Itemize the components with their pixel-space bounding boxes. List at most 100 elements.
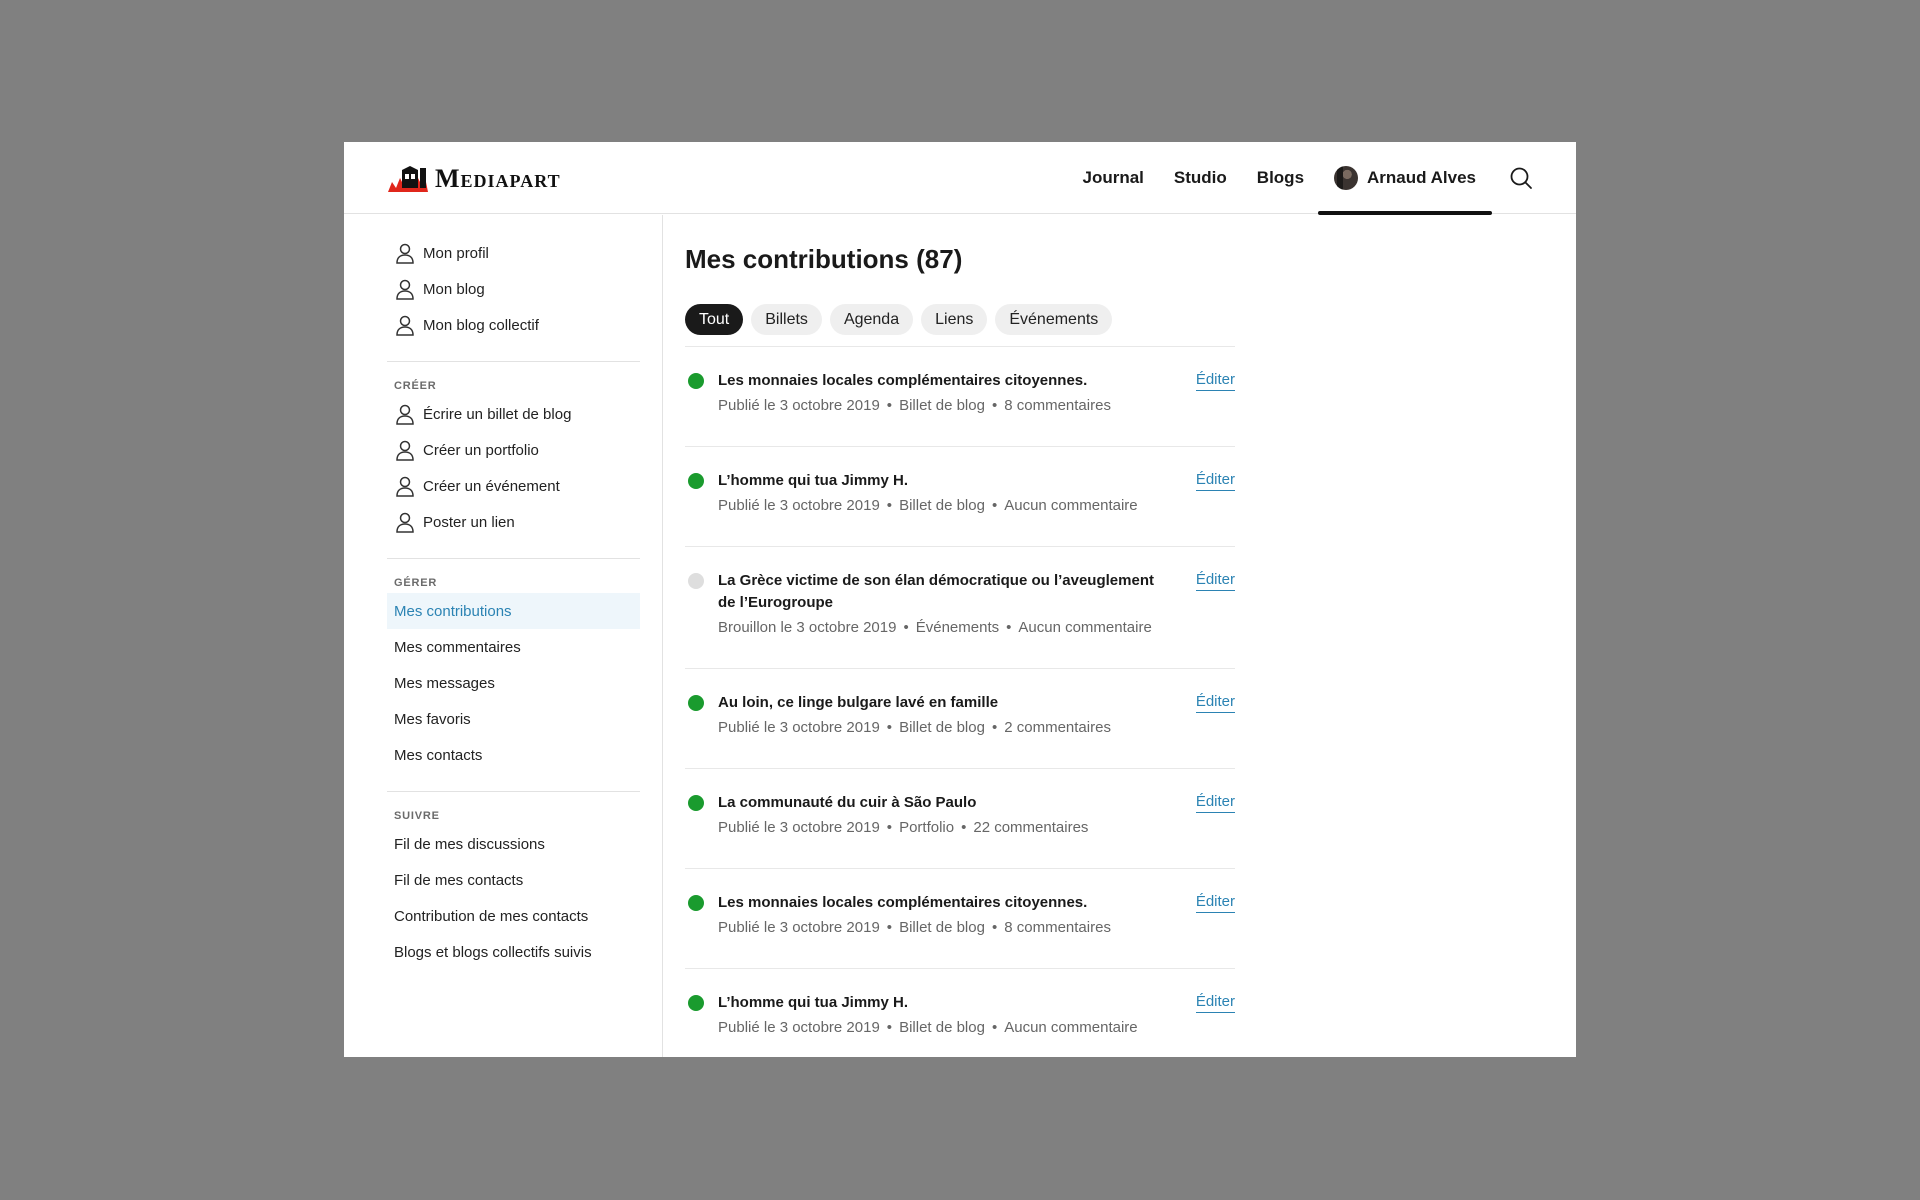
status-published-dot	[688, 373, 704, 389]
item-title[interactable]: L’homme qui tua Jimmy H.	[718, 992, 1168, 1014]
item-meta: Publié le 3 octobre 2019 • Billet de blog •…	[718, 397, 1111, 414]
sidebar: Mon profil Mon blog Mon blog collectif C…	[344, 215, 663, 1057]
item-date: Publié le 3 octobre 2019	[718, 819, 880, 836]
logo-mark-icon	[388, 166, 428, 192]
item-comments: Aucun commentaire	[1004, 1019, 1138, 1036]
item-type: Billet de blog	[899, 1019, 985, 1036]
main-nav: Journal Studio Blogs Arnaud Alves	[1083, 142, 1577, 215]
search-icon	[1510, 167, 1532, 189]
item-meta: Publié le 3 octobre 2019 • Billet de blog •…	[718, 919, 1111, 936]
edit-link[interactable]: Éditer	[1195, 792, 1235, 813]
list-item: Les monnaies locales complémentaires cit…	[685, 347, 1235, 447]
manage-section: GÉRER Mes contributions Mes commentaires…	[344, 559, 662, 791]
item-title[interactable]: La communauté du cuir à São Paulo	[718, 792, 1168, 814]
edit-link[interactable]: Éditer	[1195, 992, 1235, 1013]
sidebar-item-fil-discussions[interactable]: Fil de mes discussions	[387, 826, 640, 862]
edit-link[interactable]: Éditer	[1195, 470, 1235, 491]
status-draft-dot	[688, 573, 704, 589]
status-published-dot	[688, 995, 704, 1011]
filter-tout[interactable]: Tout	[685, 304, 744, 335]
sidebar-item-creer-evenement[interactable]: Créer un événement	[387, 468, 640, 504]
top-header: Mediapart Journal Studio Blogs Arnaud Al…	[344, 142, 1577, 215]
user-icon	[396, 512, 414, 533]
item-title[interactable]: Au loin, ce linge bulgare lavé en famill…	[718, 692, 1168, 714]
mediapart-logo[interactable]: Mediapart	[388, 166, 561, 192]
item-date: Brouillon le 3 octobre 2019	[718, 619, 897, 636]
sidebar-item-mes-contacts[interactable]: Mes contacts	[387, 737, 640, 773]
list-item: L’homme qui tua Jimmy H. Publié le 3 oct…	[685, 447, 1235, 547]
sidebar-item-ecrire-billet[interactable]: Écrire un billet de blog	[387, 396, 640, 432]
item-title[interactable]: La Grèce victime de son élan démocratiqu…	[718, 570, 1168, 614]
item-title[interactable]: Les monnaies locales complémentaires cit…	[718, 370, 1168, 392]
sidebar-item-label: Poster un lien	[423, 513, 515, 531]
edit-link[interactable]: Éditer	[1195, 570, 1235, 591]
sidebar-item-fil-contacts[interactable]: Fil de mes contacts	[387, 862, 640, 898]
item-comments: Aucun commentaire	[1018, 619, 1152, 636]
brand-name: Mediapart	[435, 164, 561, 193]
edit-link[interactable]: Éditer	[1195, 370, 1235, 391]
user-menu[interactable]: Arnaud Alves	[1318, 142, 1492, 215]
item-comments: 8 commentaires	[1004, 397, 1111, 414]
filter-evenements[interactable]: Événements	[995, 304, 1113, 335]
sidebar-item-mes-favoris[interactable]: Mes favoris	[387, 701, 640, 737]
sidebar-item-blogs-suivis[interactable]: Blogs et blogs collectifs suivis	[387, 934, 640, 970]
user-name: Arnaud Alves	[1367, 168, 1476, 187]
filter-liens[interactable]: Liens	[921, 304, 988, 335]
user-icon	[396, 243, 414, 264]
item-title[interactable]: Les monnaies locales complémentaires cit…	[718, 892, 1168, 914]
item-meta: Publié le 3 octobre 2019 • Portfolio • 22 co…	[718, 819, 1089, 836]
edit-link[interactable]: Éditer	[1195, 892, 1235, 913]
item-type: Billet de blog	[899, 919, 985, 936]
item-comments: 2 commentaires	[1004, 719, 1111, 736]
avatar	[1334, 166, 1359, 190]
sidebar-item-label: Mon blog collectif	[423, 316, 539, 334]
item-date: Publié le 3 octobre 2019	[718, 397, 880, 414]
sidebar-item-label: Mon profil	[423, 244, 489, 262]
app-window: Mediapart Journal Studio Blogs Arnaud Al…	[344, 142, 1576, 1057]
sidebar-item-poster-lien[interactable]: Poster un lien	[387, 504, 640, 540]
status-published-dot	[688, 895, 704, 911]
follow-heading: SUIVRE	[394, 810, 440, 822]
item-comments: 8 commentaires	[1004, 919, 1111, 936]
item-date: Publié le 3 octobre 2019	[718, 497, 880, 514]
create-heading: CRÉER	[394, 380, 437, 392]
filter-tabs: Tout Billets Agenda Liens Événements	[685, 304, 1235, 335]
search-button[interactable]	[1506, 163, 1536, 193]
item-title[interactable]: L’homme qui tua Jimmy H.	[718, 470, 1168, 492]
filter-agenda[interactable]: Agenda	[829, 304, 914, 335]
item-date: Publié le 3 octobre 2019	[718, 919, 880, 936]
item-date: Publié le 3 octobre 2019	[718, 719, 880, 736]
sidebar-item-mon-profil[interactable]: Mon profil	[387, 235, 640, 271]
item-meta: Publié le 3 octobre 2019 • Billet de blog •…	[718, 719, 1111, 736]
item-meta: Publié le 3 octobre 2019 • Billet de blog •…	[718, 1019, 1138, 1036]
user-icon	[396, 476, 414, 497]
item-comments: Aucun commentaire	[1004, 497, 1138, 514]
sidebar-item-mes-contributions[interactable]: Mes contributions	[387, 593, 640, 629]
list-item: L’homme qui tua Jimmy H. Publié le 3 oct…	[685, 969, 1235, 1057]
item-type: Billet de blog	[899, 397, 985, 414]
status-published-dot	[688, 473, 704, 489]
sidebar-item-mes-commentaires[interactable]: Mes commentaires	[387, 629, 640, 665]
nav-studio[interactable]: Studio	[1174, 168, 1227, 188]
item-meta: Publié le 3 octobre 2019 • Billet de blog •…	[718, 497, 1138, 514]
nav-journal[interactable]: Journal	[1083, 168, 1144, 188]
user-icon	[396, 279, 414, 300]
filter-billets[interactable]: Billets	[751, 304, 822, 335]
list-item: La Grèce victime de son élan démocratiqu…	[685, 547, 1235, 669]
sidebar-item-creer-portfolio[interactable]: Créer un portfolio	[387, 432, 640, 468]
list-item: Au loin, ce linge bulgare lavé en famill…	[685, 669, 1235, 769]
sidebar-item-mes-messages[interactable]: Mes messages	[387, 665, 640, 701]
sidebar-item-contribution-contacts[interactable]: Contribution de mes contacts	[387, 898, 640, 934]
sidebar-item-mon-blog[interactable]: Mon blog	[387, 271, 640, 307]
edit-link[interactable]: Éditer	[1195, 692, 1235, 713]
page-title: Mes contributions (87)	[685, 244, 963, 274]
create-section: CRÉER Écrire un billet de blog Créer un …	[344, 362, 662, 558]
user-icon	[396, 440, 414, 461]
item-date: Publié le 3 octobre 2019	[718, 1019, 880, 1036]
user-icon	[396, 404, 414, 425]
nav-blogs[interactable]: Blogs	[1257, 168, 1304, 188]
follow-section: SUIVRE Fil de mes discussions Fil de mes…	[344, 792, 662, 970]
list-item: Les monnaies locales complémentaires cit…	[685, 869, 1235, 969]
status-published-dot	[688, 795, 704, 811]
sidebar-item-mon-blog-collectif[interactable]: Mon blog collectif	[387, 307, 640, 343]
